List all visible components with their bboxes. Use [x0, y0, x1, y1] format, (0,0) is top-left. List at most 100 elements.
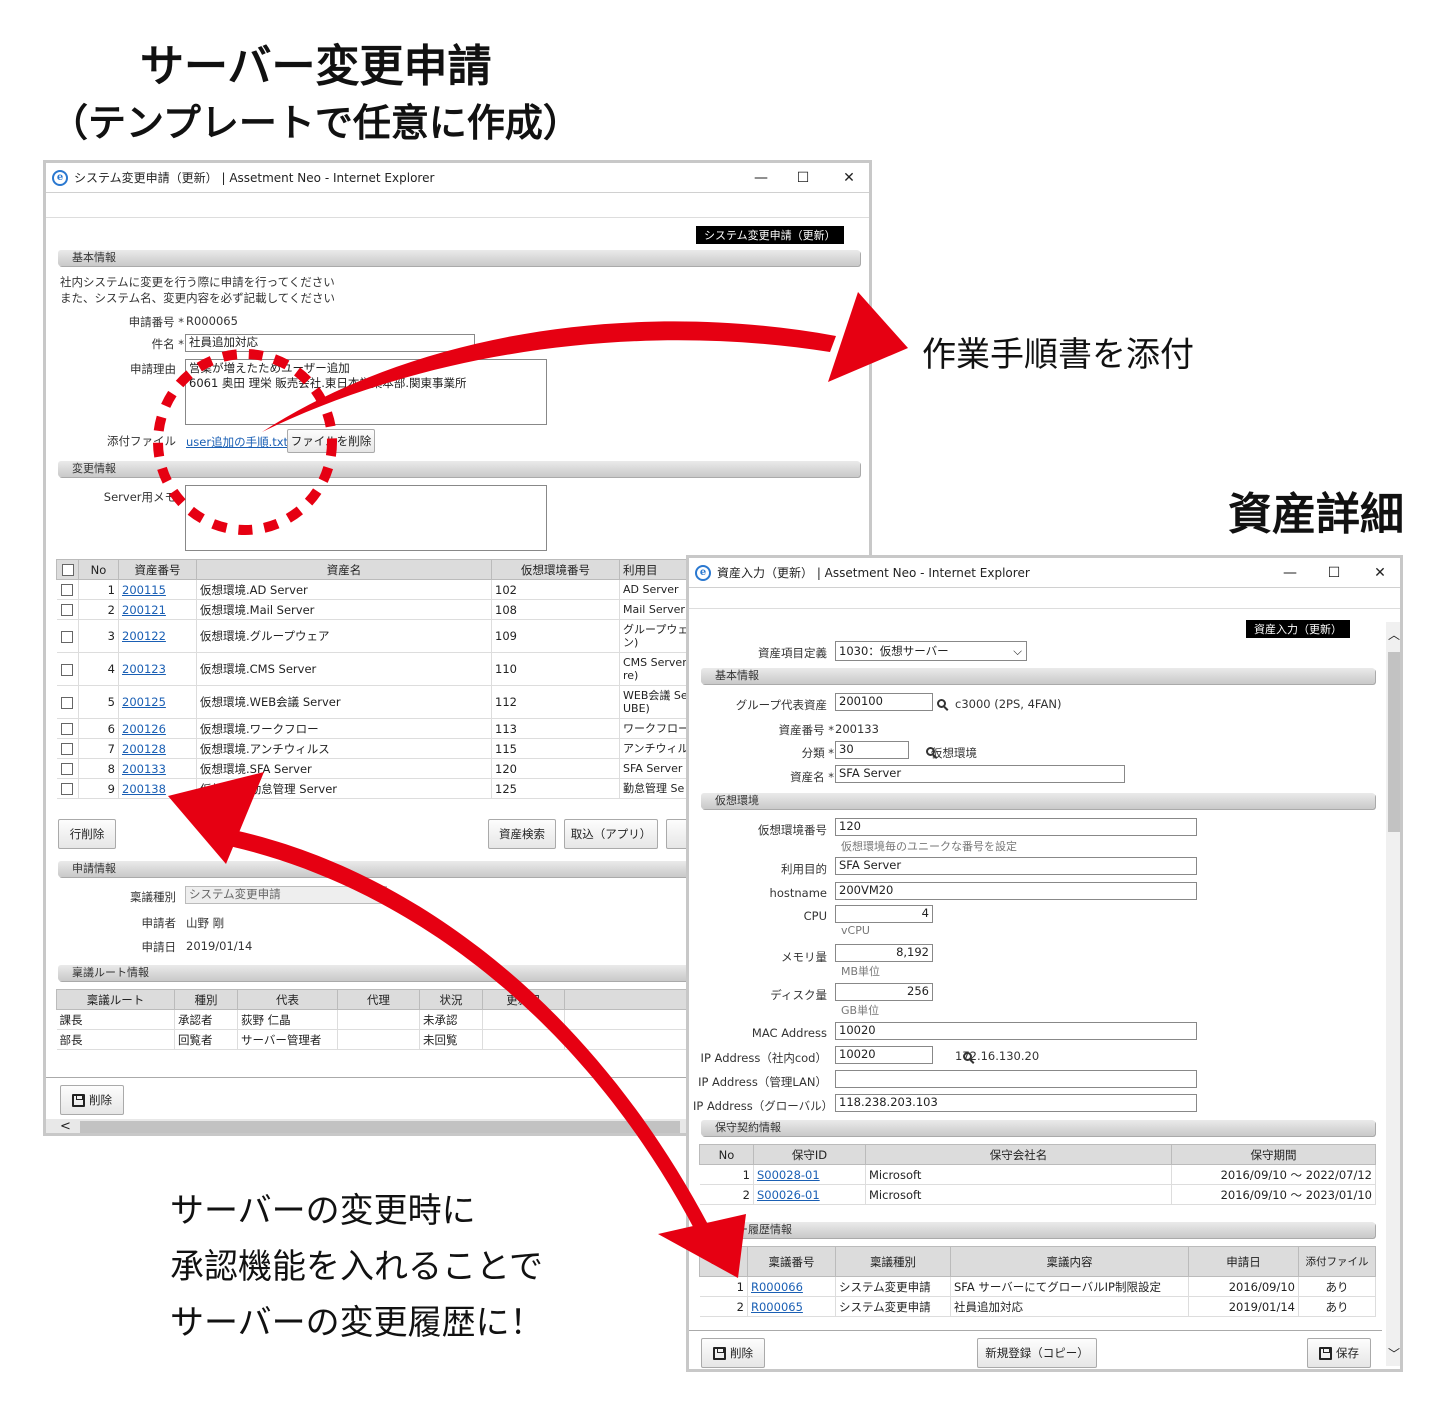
- purpose-label: 利用目的: [781, 862, 827, 876]
- classification-label: 分類 *: [801, 746, 834, 760]
- asset-delete-button[interactable]: 削除: [701, 1338, 765, 1368]
- vertical-scrollbar-thumb[interactable]: [1388, 652, 1400, 832]
- reason-line-1: 営業が増えたためユーザー追加: [189, 361, 350, 375]
- row-checkbox[interactable]: [56, 738, 79, 759]
- main-subtitle: （テンプレートで任意に作成）: [50, 101, 581, 145]
- asset-id-link[interactable]: 200122: [118, 619, 197, 653]
- row-checkbox[interactable]: [56, 579, 79, 600]
- asset-id-link[interactable]: 200121: [118, 599, 197, 620]
- asset-id-link[interactable]: 200126: [118, 718, 197, 739]
- maximize-icon[interactable]: ☐: [788, 167, 818, 189]
- asset-no: 3: [78, 619, 119, 653]
- reason-label: 申請理由: [130, 362, 176, 376]
- scroll-left-icon[interactable]: <: [60, 1119, 71, 1133]
- asset-id-link[interactable]: 200133: [118, 758, 197, 779]
- cpu-input[interactable]: 4: [835, 905, 933, 923]
- route-name: 課長: [56, 1009, 175, 1030]
- asset-id-link[interactable]: 200115: [118, 579, 197, 600]
- row-checkbox[interactable]: [56, 718, 79, 739]
- close-icon[interactable]: ✕: [1365, 562, 1395, 584]
- flow-history-table: No 稟議番号 稟議種別 稟議内容 申請日 添付ファイル 1 R000066 システ…: [699, 1246, 1376, 1317]
- row-checkbox[interactable]: [56, 599, 79, 620]
- asset-venv: 120: [491, 758, 620, 779]
- row-checkbox[interactable]: [56, 758, 79, 779]
- asset-venv: 112: [491, 685, 620, 719]
- asset-search-button[interactable]: 資産検索: [488, 819, 556, 849]
- subject-input[interactable]: 社員追加対応: [185, 334, 475, 352]
- save-button[interactable]: 保存: [1307, 1338, 1371, 1368]
- asset-no: 7: [78, 738, 119, 759]
- disk-label: ディスク量: [770, 988, 827, 1002]
- minimize-icon[interactable]: —: [746, 167, 776, 189]
- asset-id-link[interactable]: 200128: [118, 738, 197, 759]
- row-delete-button[interactable]: 行削除: [58, 819, 116, 849]
- server-memo-textarea[interactable]: [185, 485, 547, 551]
- asset-name-input[interactable]: SFA Server: [835, 765, 1125, 783]
- asset-venv: 115: [491, 738, 620, 759]
- col-asset-name: 資産名: [196, 559, 492, 580]
- vertical-scrollbar[interactable]: ︿ ﹀: [1386, 622, 1400, 1366]
- maint-id-link[interactable]: S00028-01: [753, 1164, 866, 1185]
- attach-note: 作業手順書を添付: [922, 335, 1194, 375]
- ip-internal-input[interactable]: 10020: [835, 1046, 933, 1064]
- minimize-icon[interactable]: —: [1275, 562, 1305, 584]
- group-asset-input[interactable]: 200100: [835, 693, 933, 711]
- attachment-link[interactable]: user追加の手順.txt: [186, 434, 288, 450]
- hostname-input[interactable]: 200VM20: [835, 882, 1197, 900]
- maximize-icon[interactable]: ☐: [1319, 562, 1349, 584]
- definition-select[interactable]: 1030：仮想サーバー ⌵: [835, 641, 1027, 661]
- col-route-type: 種別: [174, 989, 238, 1010]
- asset-name: 仮想環境.グループウェア: [196, 619, 492, 653]
- toolbar-divider: [689, 608, 1400, 609]
- venv-number-input[interactable]: 120: [835, 818, 1197, 836]
- flow-id-link[interactable]: R000066: [747, 1276, 836, 1297]
- maint-id-link[interactable]: S00026-01: [753, 1184, 866, 1205]
- asset-id-link[interactable]: 200123: [118, 652, 197, 686]
- ip-global-input[interactable]: 118.238.203.103: [835, 1094, 1197, 1112]
- delete-file-button[interactable]: ファイルを削除: [287, 429, 375, 453]
- memory-input[interactable]: 8,192: [835, 944, 933, 962]
- row-checkbox[interactable]: [56, 685, 79, 719]
- horizontal-scrollbar-thumb[interactable]: [80, 1121, 680, 1133]
- maint-period: 2016/09/10 ～ 2022/07/12: [1171, 1164, 1376, 1185]
- asset-venv: 102: [491, 579, 620, 600]
- ip-mgmt-input[interactable]: [835, 1070, 1197, 1088]
- scroll-up-icon[interactable]: ︿: [1388, 626, 1400, 643]
- col-update-date: 更新日: [482, 989, 565, 1010]
- maintenance-row: 2 S00026-01 Microsoft 2016/09/10 ～ 2023/01/…: [699, 1184, 1376, 1205]
- reason-textarea[interactable]: 営業が増えたためユーザー追加 6061 奥田 理栄 販売会社.東日本営業本部.関…: [185, 359, 547, 425]
- flow-id-link[interactable]: R000065: [747, 1296, 836, 1317]
- scroll-down-icon[interactable]: ﹀: [1388, 1345, 1400, 1362]
- col-rep: 代表: [237, 989, 338, 1010]
- select-all-checkbox[interactable]: [56, 559, 79, 580]
- route-type: 回覧者: [174, 1029, 238, 1050]
- cpu-unit: vCPU: [841, 924, 870, 937]
- import-app-button[interactable]: 取込（アプリ）: [564, 819, 658, 849]
- row-checkbox[interactable]: [56, 652, 79, 686]
- asset-name: 仮想環境.AD Server: [196, 579, 492, 600]
- search-icon[interactable]: [937, 699, 946, 708]
- asset-venv: 110: [491, 652, 620, 686]
- classification-input[interactable]: 30: [835, 741, 909, 759]
- row-checkbox[interactable]: [56, 619, 79, 653]
- delete-button[interactable]: 削除: [60, 1085, 124, 1115]
- section-application-info: 申請情報: [58, 861, 708, 877]
- mac-input[interactable]: 10020: [835, 1022, 1197, 1040]
- copy-register-button[interactable]: 新規登録（コピー）: [977, 1338, 1097, 1368]
- close-icon[interactable]: ✕: [834, 167, 864, 189]
- request-number-label: 申請番号 *: [128, 315, 184, 329]
- bottom-note-line3: サーバーの変更履歴に！: [170, 1303, 544, 1343]
- asset-id-link[interactable]: 200125: [118, 685, 197, 719]
- asset-name: 仮想環境.WEB会議 Server: [196, 685, 492, 719]
- asset-id-link[interactable]: 200138: [118, 778, 197, 799]
- maint-period: 2016/09/10 ～ 2023/01/10: [1171, 1184, 1376, 1205]
- purpose-input[interactable]: SFA Server: [835, 857, 1197, 875]
- ip-global-label: IP Address（グローバル）: [693, 1099, 834, 1113]
- venv-hint: 仮想環境毎のユニークな番号を設定: [841, 840, 1017, 853]
- row-checkbox[interactable]: [56, 778, 79, 799]
- asset-name: 仮想環境.CMS Server: [196, 652, 492, 686]
- disk-input[interactable]: 256: [835, 983, 933, 1001]
- col-flow-type: 稟議種別: [835, 1246, 951, 1277]
- apply-date-label: 申請日: [141, 940, 177, 954]
- col-no: No: [78, 559, 119, 580]
